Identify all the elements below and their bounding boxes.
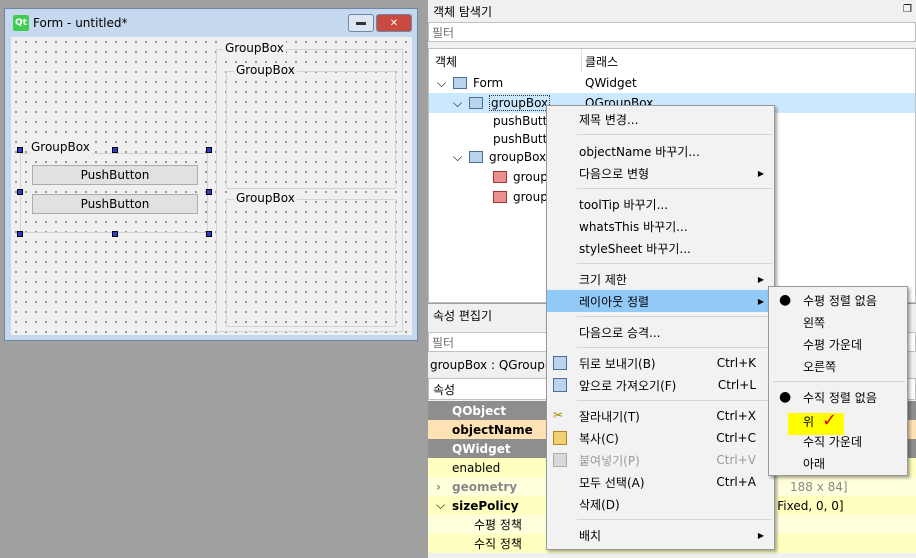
float-panel-icon[interactable]: ❐ [903, 4, 912, 15]
menu-item-cut[interactable]: ✂ 잘라내기(T) Ctrl+X [547, 405, 774, 427]
object-filter-input[interactable]: 필터 [428, 22, 916, 42]
chevron-right-icon: › [436, 479, 441, 494]
menu-item-copy[interactable]: 복사(C) Ctrl+C [547, 427, 774, 449]
pushbutton-1[interactable]: PushButton [32, 165, 198, 185]
chevron-down-icon: ⌵ [453, 149, 463, 164]
submenu-item-vcenter[interactable]: 수직 가운데 [769, 430, 907, 452]
menu-item-size-constraints[interactable]: 크기 제한 ▶ [547, 268, 774, 290]
menu-item-whatsthis[interactable]: whatsThis 바꾸기... [547, 215, 774, 237]
widget-icon [453, 77, 467, 89]
groupbox-inner-2[interactable] [226, 199, 396, 327]
menu-item-bring-front[interactable]: 앞으로 가져오기(F) Ctrl+L [547, 374, 774, 396]
menu-item-layout[interactable]: 배치 ▶ [547, 524, 774, 546]
resize-handle[interactable] [112, 231, 118, 237]
radio-selected-icon: ● [779, 292, 792, 308]
resize-handle[interactable] [17, 231, 23, 237]
groupbox-icon [469, 97, 483, 109]
chevron-down-icon: ⌵ [437, 75, 447, 90]
form-canvas[interactable]: GroupBox GroupBox GroupBox GroupBox Push… [11, 37, 412, 335]
groupbox-inner-2-title: GroupBox [234, 191, 297, 205]
menu-item-select-all[interactable]: 모두 선택(A) Ctrl+A [547, 471, 774, 493]
menu-separator [577, 316, 772, 317]
groupbox-inner-1-title: GroupBox [234, 63, 297, 77]
object-explorer-title: 객체 탐색기 [433, 4, 493, 19]
copy-icon [553, 431, 567, 445]
minimize-button[interactable] [348, 14, 374, 32]
menu-separator [577, 519, 772, 520]
qt-logo-icon: Qt [13, 15, 29, 31]
groupbox-warning-icon [493, 191, 507, 203]
menu-item-stylesheet[interactable]: styleSheet 바꾸기... [547, 237, 774, 259]
radio-selected-icon: ● [779, 389, 792, 405]
menu-item-objectname[interactable]: objectName 바꾸기... [547, 140, 774, 162]
groupbox-icon [469, 151, 483, 163]
resize-handle[interactable] [206, 147, 212, 153]
column-header-object: 객체 [435, 55, 458, 69]
submenu-arrow-icon: ▶ [757, 168, 764, 178]
submenu-item-top[interactable]: 위 ✓ [769, 410, 907, 432]
minimize-icon [356, 21, 366, 25]
column-header-class: 클래스 [585, 55, 619, 69]
menu-separator [577, 400, 772, 401]
chevron-down-icon: ⌵ [453, 95, 463, 110]
close-icon: ✕ [389, 17, 399, 29]
menu-separator [773, 381, 905, 382]
check-mark-icon: ✓ [822, 410, 838, 431]
groupbox-right-title: GroupBox [223, 41, 286, 55]
menu-item-layout-alignment[interactable]: 레이아웃 정렬 ▶ [547, 290, 774, 312]
groupbox-warning-icon [493, 171, 507, 183]
bring-front-icon [553, 378, 567, 392]
close-button[interactable]: ✕ [376, 14, 412, 32]
groupbox-inner-1[interactable] [226, 71, 396, 189]
submenu-arrow-icon: ▶ [757, 296, 764, 306]
groupbox-left-title: GroupBox [29, 140, 92, 154]
submenu-item-hcenter[interactable]: 수평 가운데 [769, 333, 907, 355]
menu-item-paste[interactable]: 붙여넣기(P) Ctrl+V [547, 449, 774, 471]
submenu-item-bottom[interactable]: 아래 [769, 452, 907, 474]
submenu-arrow-icon: ▶ [757, 530, 764, 540]
chevron-down-icon: ⌵ [436, 498, 446, 512]
scissors-icon: ✂ [553, 408, 564, 422]
submenu-item-no-horizontal[interactable]: ● 수평 정렬 없음 [769, 289, 907, 311]
submenu-arrow-icon: ▶ [757, 274, 764, 284]
resize-handle[interactable] [206, 189, 212, 195]
pushbutton-2[interactable]: PushButton [32, 194, 198, 214]
column-divider [581, 49, 582, 73]
form-title: Form - untitled* [33, 16, 128, 30]
resize-handle[interactable] [17, 147, 23, 153]
menu-item-morph[interactable]: 다음으로 변형 ▶ [547, 162, 774, 184]
send-back-icon [553, 356, 567, 370]
menu-item-promote[interactable]: 다음으로 승격... [547, 321, 774, 343]
menu-item-delete[interactable]: 삭제(D) [547, 493, 774, 515]
menu-separator [577, 134, 772, 135]
tree-row[interactable]: ⌵ Form QWidget [429, 73, 915, 93]
resize-handle[interactable] [206, 231, 212, 237]
resize-handle[interactable] [17, 189, 23, 195]
alignment-submenu: ● 수평 정렬 없음 왼쪽 수평 가운데 오른쪽 ● 수직 정렬 없음 위 ✓ 수직 … [768, 286, 908, 476]
menu-item-rename[interactable]: 제목 변경... [547, 108, 774, 130]
context-menu: 제목 변경... objectName 바꾸기... 다음으로 변형 ▶ tool… [546, 105, 775, 550]
menu-item-send-back[interactable]: 뒤로 보내기(B) Ctrl+K [547, 352, 774, 374]
menu-separator [577, 263, 772, 264]
submenu-item-left[interactable]: 왼쪽 [769, 311, 907, 333]
menu-separator [577, 188, 772, 189]
menu-separator [577, 347, 772, 348]
form-window: Qt Form - untitled* ✕ GroupBox GroupBox … [4, 8, 418, 341]
paste-icon [553, 453, 567, 467]
submenu-item-right[interactable]: 오른쪽 [769, 355, 907, 377]
menu-item-tooltip[interactable]: toolTip 바꾸기... [547, 193, 774, 215]
resize-handle[interactable] [112, 147, 118, 153]
submenu-item-no-vertical[interactable]: ● 수직 정렬 없음 [769, 386, 907, 408]
